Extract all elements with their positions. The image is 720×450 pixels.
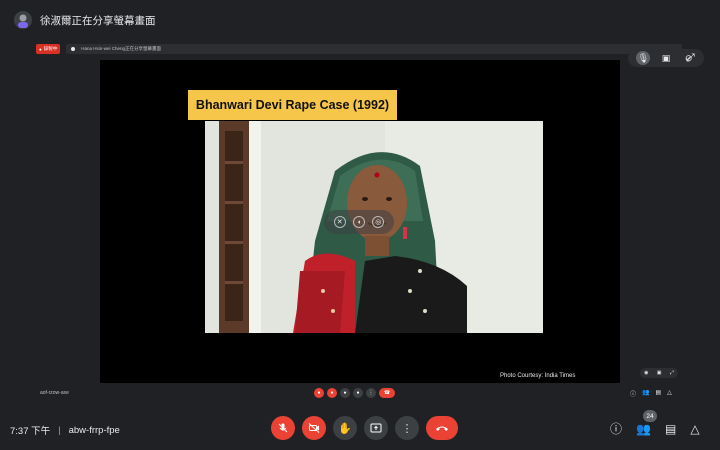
inner-meeting-code: aof-rzow-axe [40,390,69,396]
activities-icon[interactable]: △ [690,422,699,436]
mic-toggle-button[interactable] [271,416,295,440]
camera-toggle-button[interactable] [302,416,326,440]
inner-presenter-bar: Hana Hsin-wei Cheng正在分享螢幕畫面 [66,44,682,54]
meeting-details-icon[interactable]: ⓘ [610,420,622,437]
inner-activities-icon: △ [667,390,672,396]
side-panel-buttons: ⓘ 👥 ▤ △ [610,420,700,437]
recording-badge: ● 錄製中 [36,44,61,54]
recording-label: 錄製中 [43,46,58,51]
meeting-time: 7:37 下午 [10,426,51,437]
presentation-slide: Bhanwari Devi Rape Case (1992) ✕ ◖ ◎ Pho… [100,60,620,383]
inner-people-icon: 👥 [642,390,650,396]
inner-present-icon: ● [353,388,363,398]
inner-mini-cam-icon: ▣ [656,370,662,376]
presenter-avatar [14,11,32,29]
presenting-banner: 徐淑爾正在分享螢幕畫面 [0,0,720,40]
photo-credit: Photo Courtesy: India Times [500,373,576,379]
avatar-icon [18,14,28,28]
main-controls: ✋ ⋮ [271,416,458,440]
present-now-button[interactable] [364,416,388,440]
inner-mini-controls: ◉ ▣ ⤢ [640,368,678,378]
inner-presenting-strip: ● 錄製中 Hana Hsin-wei Cheng正在分享螢幕畫面 [36,43,682,55]
inner-hand-icon: ● [340,388,350,398]
expand-icon[interactable]: ⤢ [686,52,695,65]
inner-control-row: ● ● ● ● ⋮ ☎ [314,388,395,398]
inner-right-icons: ⓘ 👥 ▤ △ [630,389,672,398]
leave-call-button[interactable] [426,416,458,440]
presenting-title: 徐淑爾正在分享螢幕畫面 [40,14,156,27]
inner-mic-off-icon: ● [314,388,324,398]
present-screen-icon [370,423,382,433]
overlay-volume-icon[interactable]: ◖ [352,216,365,228]
hand-icon: ✋ [338,422,352,435]
overlay-options-icon[interactable]: ◎ [372,216,385,228]
mic-off-icon [278,423,288,433]
record-dot-icon: ● [39,46,42,52]
photo-hover-controls: ✕ ◖ ◎ [324,210,394,234]
inner-chat-icon: ▤ [655,390,662,396]
meeting-code: abw-frrp-fpe [68,424,120,436]
inner-end-call-icon: ☎ [379,388,395,398]
inner-mini-mic-icon: ◉ [644,370,649,376]
info-separator: | [58,424,61,436]
inner-cam-off-icon: ● [327,388,337,398]
raise-hand-button[interactable]: ✋ [333,416,357,440]
chat-icon[interactable]: ▤ [665,422,676,436]
more-options-button[interactable]: ⋮ [395,416,419,440]
slide-title: Bhanwari Devi Rape Case (1992) [188,90,397,120]
inner-more-icon: ⋮ [366,388,376,398]
meeting-info: 7:37 下午 | abw-frrp-fpe [10,423,120,438]
more-vert-icon: ⋮ [401,422,413,435]
presenter-dot-icon [71,47,76,51]
camera-off-icon [308,423,320,433]
inner-presenter-text: Hana Hsin-wei Cheng正在分享螢幕畫面 [81,46,161,51]
tile-cam-off-icon[interactable]: ▣ [659,51,673,65]
tile-mic-off-icon[interactable]: 🎙 [636,51,651,65]
end-call-icon [436,426,448,431]
overlay-pin-icon[interactable]: ✕ [333,216,346,228]
people-icon[interactable]: 👥 [636,422,651,436]
inner-mini-expand-icon: ⤢ [669,370,674,376]
inner-info-icon: ⓘ [630,392,637,398]
